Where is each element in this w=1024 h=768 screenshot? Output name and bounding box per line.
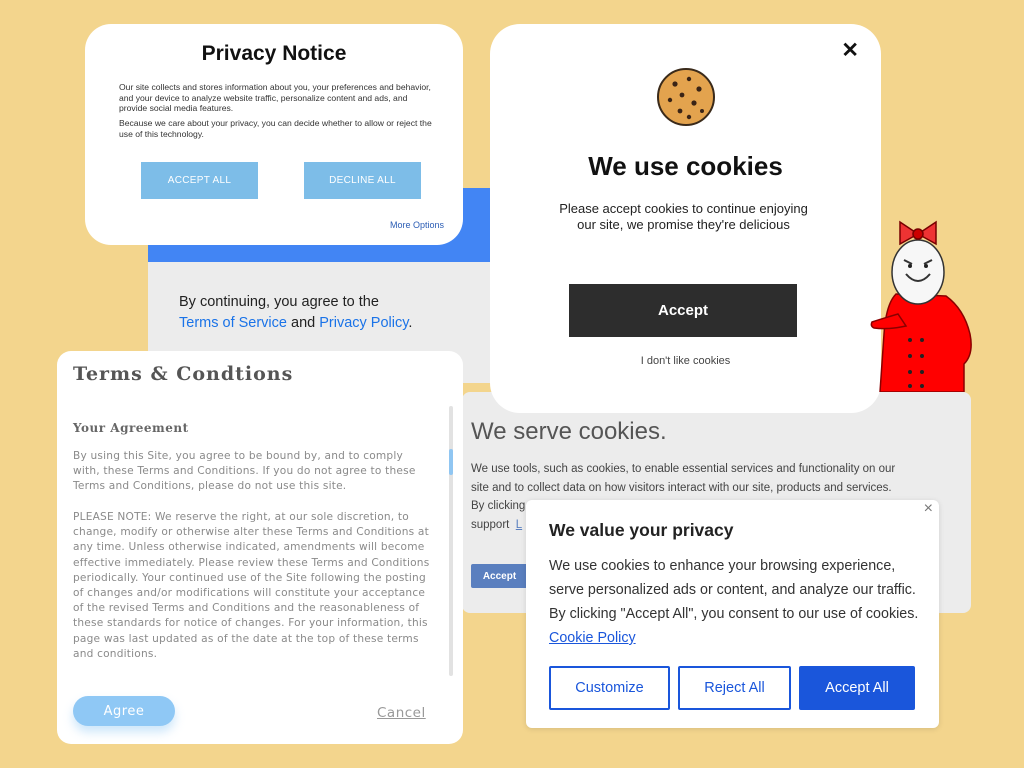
terms-title: Terms & Condtions — [73, 363, 294, 385]
serve-cookies-link[interactable]: L — [516, 519, 522, 531]
terms-scrollbar-thumb[interactable] — [449, 449, 453, 475]
cookie-consent-modal: ✕ We use cookies Please accept cookies t… — [490, 24, 881, 413]
chef-egg-mascot — [866, 214, 976, 397]
terms-scrollbar-track[interactable] — [449, 406, 453, 676]
cookie-policy-link[interactable]: Cookie Policy — [549, 630, 636, 646]
agree-button[interactable]: Agree — [73, 696, 175, 726]
privacy-notice-dialog: Privacy Notice Our site collects and sto… — [85, 24, 463, 245]
cookie-icon — [656, 67, 716, 132]
privacy-notice-title: Privacy Notice — [201, 42, 347, 65]
reject-all-button[interactable]: Reject All — [678, 666, 791, 710]
terms-paragraph: PLEASE NOTE: We reserve the right, at ou… — [73, 511, 430, 660]
serve-cookies-accept-button[interactable]: Accept — [471, 564, 528, 588]
cancel-link[interactable]: Cancel — [377, 705, 426, 721]
close-icon[interactable]: ✕ — [841, 38, 859, 63]
serve-cookies-title: We serve cookies. — [471, 418, 667, 445]
accept-cookies-button[interactable]: Accept — [569, 284, 797, 337]
cookie-modal-title: We use cookies — [588, 151, 783, 181]
more-options-link[interactable]: More Options — [390, 220, 444, 230]
value-privacy-dialog: × We value your privacy We use cookies t… — [526, 500, 939, 728]
privacy-policy-link[interactable]: Privacy Policy — [319, 315, 408, 331]
tos-agreement-text: By continuing, you agree to the Terms of… — [179, 294, 413, 331]
accept-all-button[interactable]: Accept All — [799, 666, 915, 710]
cookie-modal-message: Please accept cookies to continue enjoyi… — [559, 201, 808, 232]
value-privacy-text: We use cookies to enhance your browsing … — [549, 558, 919, 646]
terms-of-service-link[interactable]: Terms of Service — [179, 315, 287, 331]
decline-all-button[interactable]: DECLINE ALL — [304, 162, 421, 199]
accept-all-button[interactable]: ACCEPT ALL — [141, 162, 258, 199]
privacy-notice-paragraph: Because we care about your privacy, you … — [119, 118, 432, 139]
value-privacy-title: We value your privacy — [549, 520, 734, 540]
close-icon[interactable]: × — [924, 500, 933, 518]
terms-conditions-dialog: Terms & Condtions Your Agreement By usin… — [57, 351, 463, 744]
customize-button[interactable]: Customize — [549, 666, 670, 710]
decline-cookies-link[interactable]: I don't like cookies — [490, 355, 881, 367]
terms-paragraph: By using this Site, you agree to be boun… — [73, 450, 416, 493]
terms-section-heading: Your Agreement — [73, 421, 189, 435]
privacy-notice-paragraph: Our site collects and stores information… — [119, 82, 431, 113]
